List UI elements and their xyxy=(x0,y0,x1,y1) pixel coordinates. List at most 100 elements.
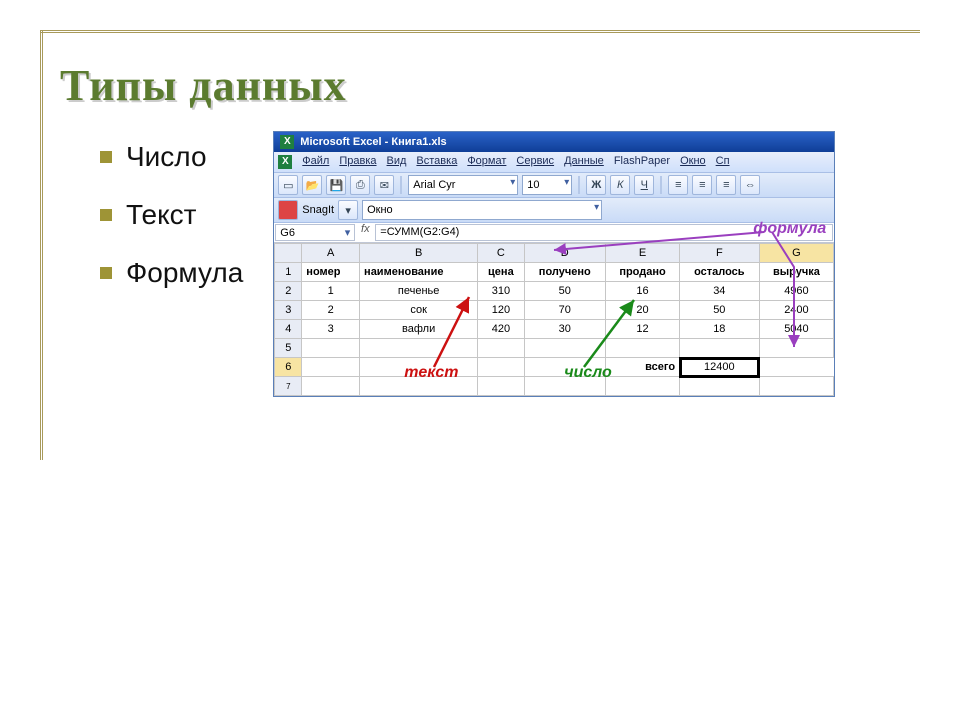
menu-insert[interactable]: Вставка xyxy=(416,155,457,169)
snagit-window-combo[interactable]: Окно xyxy=(362,200,602,220)
open-icon[interactable]: 📂 xyxy=(302,175,322,195)
save-icon[interactable]: 💾 xyxy=(326,175,346,195)
menu-file[interactable]: Файл xyxy=(302,155,329,169)
row-head-6[interactable]: 6 xyxy=(275,358,302,377)
cell[interactable] xyxy=(478,339,524,358)
cell[interactable] xyxy=(759,339,834,358)
col-E[interactable]: E xyxy=(605,244,679,263)
cell[interactable] xyxy=(478,377,524,396)
cell[interactable]: 1 xyxy=(302,282,360,301)
cell[interactable]: продано xyxy=(605,263,679,282)
spreadsheet-grid[interactable]: A B C D E F G 1 номер наименование цена … xyxy=(274,243,834,396)
cell[interactable] xyxy=(360,339,478,358)
permission-icon[interactable]: ✉ xyxy=(374,175,394,195)
col-C[interactable]: C xyxy=(478,244,524,263)
align-center-icon[interactable]: ≡ xyxy=(692,175,712,195)
cell[interactable]: 420 xyxy=(478,320,524,339)
chevron-down-icon[interactable]: ▾ xyxy=(345,226,351,239)
align-right-icon[interactable]: ≡ xyxy=(716,175,736,195)
align-left-icon[interactable]: ≡ xyxy=(668,175,688,195)
cell[interactable] xyxy=(524,339,605,358)
menu-data[interactable]: Данные xyxy=(564,155,604,169)
cell[interactable]: 12 xyxy=(605,320,679,339)
cell[interactable]: наименование xyxy=(360,263,478,282)
cell[interactable] xyxy=(759,377,834,396)
font-name-combo[interactable]: Arial Cyr xyxy=(408,175,518,195)
cell[interactable]: 5040 xyxy=(759,320,834,339)
menu-view[interactable]: Вид xyxy=(387,155,407,169)
row-head-7[interactable]: 7 xyxy=(275,377,302,396)
cell[interactable] xyxy=(478,358,524,377)
cell[interactable]: печенье xyxy=(360,282,478,301)
name-box[interactable]: G6 ▾ xyxy=(275,224,355,241)
snagit-dropdown-icon[interactable]: ▾ xyxy=(338,200,358,220)
row-head-3[interactable]: 3 xyxy=(275,301,302,320)
cell[interactable]: 2 xyxy=(302,301,360,320)
standard-toolbar[interactable]: ▭ 📂 💾 ⎙ ✉ Arial Cyr 10 Ж К Ч ≡ ≡ ≡ ⇔ xyxy=(274,173,834,198)
snagit-toolbar[interactable]: SnagIt ▾ Окно xyxy=(274,198,834,223)
cell[interactable]: 4960 xyxy=(759,282,834,301)
cell[interactable]: 16 xyxy=(605,282,679,301)
row-head-5[interactable]: 5 xyxy=(275,339,302,358)
cell[interactable]: получено xyxy=(524,263,605,282)
cell[interactable]: вафли xyxy=(360,320,478,339)
bullet-number: Число xyxy=(100,141,243,173)
italic-button[interactable]: К xyxy=(610,175,630,195)
slide: Типы данных Число Текст Формула X Micros… xyxy=(0,0,960,720)
row-head-2[interactable]: 2 xyxy=(275,282,302,301)
new-icon[interactable]: ▭ xyxy=(278,175,298,195)
merge-icon[interactable]: ⇔ xyxy=(740,175,760,195)
menubar[interactable]: X Файл Правка Вид Вставка Формат Сервис … xyxy=(274,152,834,173)
total-label[interactable]: всего xyxy=(605,358,679,377)
cell[interactable] xyxy=(605,377,679,396)
cell[interactable]: 2400 xyxy=(759,301,834,320)
cell[interactable]: осталось xyxy=(680,263,760,282)
cell[interactable]: 18 xyxy=(680,320,760,339)
select-all-corner[interactable] xyxy=(275,244,302,263)
cell[interactable]: 20 xyxy=(605,301,679,320)
cell[interactable]: выручка xyxy=(759,263,834,282)
fx-icon[interactable]: fx xyxy=(356,223,374,242)
cell[interactable]: 3 xyxy=(302,320,360,339)
cell[interactable] xyxy=(302,339,360,358)
snagit-icon[interactable] xyxy=(278,200,298,220)
cell[interactable]: 50 xyxy=(524,282,605,301)
menu-edit[interactable]: Правка xyxy=(339,155,376,169)
cell[interactable] xyxy=(302,377,360,396)
cell[interactable]: номер xyxy=(302,263,360,282)
col-G[interactable]: G xyxy=(759,244,834,263)
col-F[interactable]: F xyxy=(680,244,760,263)
cell[interactable]: 50 xyxy=(680,301,760,320)
menu-flashpaper[interactable]: FlashPaper xyxy=(614,155,670,169)
col-B[interactable]: B xyxy=(360,244,478,263)
font-size-combo[interactable]: 10 xyxy=(522,175,572,195)
formula-bar-row: G6 ▾ fx =СУММ(G2:G4) xyxy=(274,223,834,243)
cell[interactable] xyxy=(302,358,360,377)
col-D[interactable]: D xyxy=(524,244,605,263)
print-icon[interactable]: ⎙ xyxy=(350,175,370,195)
cell[interactable]: сок xyxy=(360,301,478,320)
annotation-number: число xyxy=(564,364,612,382)
cell[interactable] xyxy=(680,377,760,396)
menu-tools[interactable]: Сервис xyxy=(516,155,554,169)
cell[interactable]: 30 xyxy=(524,320,605,339)
cell[interactable]: 70 xyxy=(524,301,605,320)
cell[interactable]: 120 xyxy=(478,301,524,320)
row-head-4[interactable]: 4 xyxy=(275,320,302,339)
bold-button[interactable]: Ж xyxy=(586,175,606,195)
cell[interactable]: 310 xyxy=(478,282,524,301)
row-head-1[interactable]: 1 xyxy=(275,263,302,282)
cell[interactable] xyxy=(680,339,760,358)
cell[interactable]: 34 xyxy=(680,282,760,301)
excel-icon: X xyxy=(280,135,294,149)
menu-help[interactable]: Сп xyxy=(716,155,730,169)
table-row: 2 1 печенье 310 50 16 34 4960 xyxy=(275,282,834,301)
menu-format[interactable]: Формат xyxy=(467,155,506,169)
col-A[interactable]: A xyxy=(302,244,360,263)
cell[interactable]: цена xyxy=(478,263,524,282)
underline-button[interactable]: Ч xyxy=(634,175,654,195)
top-rule xyxy=(40,30,920,33)
menu-window[interactable]: Окно xyxy=(680,155,706,169)
selected-cell[interactable]: 12400 xyxy=(680,358,760,377)
cell[interactable] xyxy=(605,339,679,358)
